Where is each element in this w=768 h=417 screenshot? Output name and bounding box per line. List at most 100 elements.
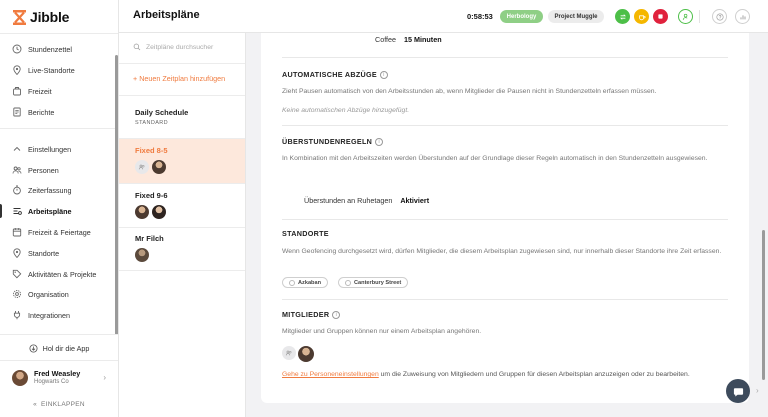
chevron-right-icon: ›	[103, 373, 106, 382]
stop-button[interactable]	[653, 9, 668, 24]
break-button[interactable]	[634, 9, 649, 24]
running-timer: 0:58:53	[467, 12, 493, 21]
location-chip[interactable]: Azkaban	[282, 277, 329, 288]
nav-label: Freizeit & Feiertage	[28, 227, 91, 237]
members-avatars	[282, 346, 314, 362]
main-scrollbar[interactable]	[762, 230, 765, 380]
overtime-rule-value: Aktiviert	[400, 196, 430, 205]
tag-icon	[12, 269, 22, 279]
nav-label: Live-Standorte	[28, 65, 75, 75]
nav-organisation[interactable]: Organisation	[0, 284, 118, 304]
user-name: Fred Weasley	[34, 369, 81, 378]
members-title: MITGLIEDER i	[282, 310, 341, 319]
nav-freizeit-feiertage[interactable]: Freizeit & Feiertage	[0, 222, 118, 242]
people-settings-link[interactable]: Gehe zu Personeneinstellungen	[282, 371, 379, 378]
nav-label: Freizeit	[28, 86, 52, 96]
user-org: Hogwarts Co	[34, 379, 69, 385]
nav-berichte[interactable]: Berichte	[0, 102, 118, 122]
nav-standorte[interactable]: Standorte	[0, 243, 118, 263]
nav-einstellungen-toggle[interactable]: Einstellungen	[0, 139, 118, 159]
get-app-button[interactable]: Hol dir die App	[0, 338, 118, 358]
nav-stundenzettel[interactable]: Stundenzettel	[0, 39, 118, 59]
group-icon	[282, 346, 296, 360]
members-settings-hint: Gehe zu Personeneinstellungen um die Zuw…	[282, 371, 690, 378]
nav-personen[interactable]: Personen	[0, 160, 118, 180]
nav-label: Aktivitäten & Projekte	[28, 269, 97, 279]
divider	[0, 33, 118, 34]
download-icon	[29, 343, 38, 353]
switch-activity-button[interactable]	[615, 9, 630, 24]
page-title: Arbeitspläne	[133, 9, 200, 21]
map-pin-icon	[13, 65, 21, 75]
section-title: MITGLIEDER	[282, 310, 330, 319]
schedule-detail-card: Coffee 15 Minuten AUTOMATISCHE ABZÜGE i Z…	[261, 33, 749, 403]
info-icon[interactable]: i	[380, 70, 389, 79]
project-pill[interactable]: Project Muggle	[548, 10, 604, 23]
suitcase-icon	[13, 87, 21, 96]
report-icon	[13, 107, 21, 117]
chat-support-button[interactable]	[726, 379, 750, 403]
member-avatar	[152, 205, 166, 219]
info-icon[interactable]: i	[375, 137, 384, 146]
divider	[0, 360, 118, 361]
schedule-name: Mr Filch	[135, 234, 164, 243]
locations-title: STANDORTE	[282, 229, 329, 238]
map-pin-icon	[13, 248, 21, 258]
member-avatar	[135, 205, 149, 219]
whats-new-button[interactable]	[735, 9, 750, 24]
chevron-right-icon: ›	[756, 386, 759, 395]
settings-header: Einstellungen	[28, 144, 72, 154]
overtime-rule-label: Überstunden an Ruhetagen	[304, 196, 393, 205]
nav-live-standorte[interactable]: Live-Standorte	[0, 60, 118, 80]
nav-integrationen[interactable]: Integrationen	[0, 305, 118, 325]
divider	[0, 334, 118, 335]
get-app-label: Hol dir die App	[42, 343, 90, 353]
schedule-item-daily[interactable]: Daily Schedule STANDARD	[119, 96, 245, 138]
schedule-item-fixed-8-5[interactable]: Fixed 8-5	[119, 139, 245, 183]
group-icon	[135, 160, 149, 174]
divider	[282, 219, 728, 220]
auto-deductions-empty: Keine automatischen Abzüge hinzugefügt.	[282, 107, 410, 114]
app-name: Jibble	[30, 9, 70, 25]
clock-in-person-button[interactable]	[678, 9, 693, 24]
nav-zeiterfassung[interactable]: Zeiterfassung	[0, 180, 118, 200]
schedule-icon	[13, 208, 22, 215]
activity-pill[interactable]: Herbology	[500, 10, 543, 23]
person-clock-icon	[682, 13, 687, 20]
nav-label: Zeiterfassung	[28, 185, 72, 195]
schedule-item-mr-filch[interactable]: Mr Filch	[119, 228, 245, 271]
jibble-logo[interactable]: Jibble	[13, 8, 69, 26]
break-duration: 15 Minuten	[404, 35, 442, 44]
collapse-sidebar-button[interactable]: « EINKLAPPEN	[0, 397, 118, 411]
location-chip-label: Canterbury Street	[354, 279, 402, 286]
nav-label: Standorte	[28, 248, 60, 258]
overtime-rule-row: Überstunden an Ruhetagen Aktiviert	[304, 196, 429, 205]
break-label: Coffee	[375, 35, 397, 44]
user-profile[interactable]: Fred Weasley Hogwarts Co ›	[0, 362, 118, 394]
help-button[interactable]	[712, 9, 727, 24]
nav-freizeit[interactable]: Freizeit	[0, 81, 118, 101]
search-icon	[133, 43, 141, 51]
sidebar: Jibble Stundenzettel Live-Standorte Frei…	[0, 0, 119, 417]
schedule-item-fixed-9-6[interactable]: Fixed 9-6	[119, 184, 245, 227]
nav-arbeitsplaene[interactable]: Arbeitspläne	[0, 201, 118, 221]
location-chip[interactable]: Canterbury Street	[338, 277, 409, 288]
nav-label: Arbeitspläne	[28, 206, 72, 216]
nav-aktivitaeten-projekte[interactable]: Aktivitäten & Projekte	[0, 264, 118, 284]
info-icon[interactable]: i	[332, 310, 341, 319]
schedule-list-pane: Zeitpläne durchsucher + Neuen Zeitplan h…	[119, 33, 246, 417]
sidebar-scrollbar[interactable]	[115, 55, 118, 335]
location-chip-label: Azkaban	[298, 279, 322, 286]
default-badge: STANDARD	[135, 120, 169, 126]
gear-icon	[13, 290, 21, 298]
search-input[interactable]: Zeitpläne durchsucher	[146, 44, 213, 51]
jibble-logo-icon	[13, 9, 26, 25]
break-row: Coffee 15 Minuten	[375, 35, 442, 44]
add-schedule-button[interactable]: + Neuen Zeitplan hinzufügen	[133, 74, 225, 83]
question-icon	[715, 12, 724, 21]
nav-label: Organisation	[28, 289, 69, 299]
schedule-search[interactable]: Zeitpläne durchsucher	[133, 43, 213, 51]
members-settings-suffix: um die Zuweisung von Mitgliedern und Gru…	[378, 371, 690, 378]
avatar	[12, 370, 28, 386]
clock-icon	[12, 44, 22, 54]
